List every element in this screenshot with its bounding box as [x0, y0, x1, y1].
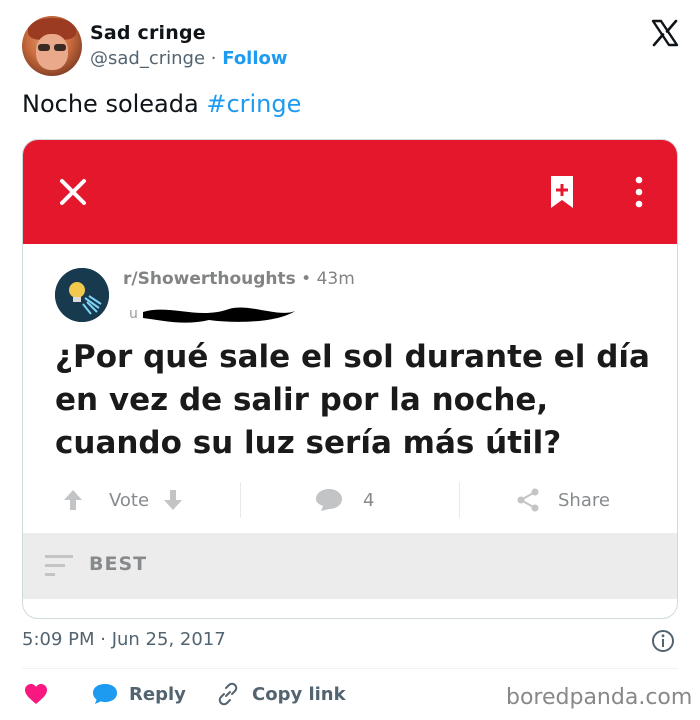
author-avatar[interactable]: [22, 16, 82, 76]
avatar-face: [36, 34, 68, 70]
more-icon: [635, 176, 643, 208]
share-label: Share: [558, 489, 610, 511]
close-icon: [60, 179, 86, 205]
sort-label: BEST: [89, 553, 148, 575]
post-actions: Vote 4 Share: [23, 476, 677, 524]
embedded-image[interactable]: r/Showerthoughts • 43m u ¿Por qué sale e…: [22, 139, 678, 619]
copy-link-label: Copy link: [252, 683, 346, 705]
reddit-toolbar: [23, 140, 677, 244]
author-handle[interactable]: @sad_cringe: [90, 48, 205, 69]
username-initial: u: [129, 306, 138, 322]
redacted-username: u: [129, 306, 295, 323]
hashtag-link[interactable]: #cringe: [206, 90, 301, 118]
post-age: • 43m: [301, 269, 355, 289]
reply-button[interactable]: Reply: [92, 680, 186, 708]
author-handle-row: @sad_cringe · Follow: [90, 48, 288, 69]
tweet-text-body: Noche soleada: [22, 90, 207, 118]
footer-divider: [22, 668, 678, 669]
heart-icon: [25, 684, 47, 704]
subreddit-name: r/Showerthoughts: [123, 269, 296, 289]
tweet-text: Noche soleada #cringe: [22, 90, 301, 118]
link-icon: [218, 682, 238, 706]
sort-bar: BEST: [23, 533, 677, 599]
action-divider: [459, 482, 460, 518]
reply-label: Reply: [129, 683, 186, 705]
post-title: ¿Por qué sale el sol durante el día en v…: [55, 339, 650, 461]
follow-button[interactable]: Follow: [222, 48, 287, 69]
vote-label: Vote: [109, 489, 150, 511]
bookmark-icon: [551, 176, 573, 208]
post-meta: r/Showerthoughts • 43m: [123, 269, 355, 289]
author-name[interactable]: Sad cringe: [90, 22, 206, 44]
share-group: Share: [516, 476, 610, 524]
x-logo[interactable]: [650, 18, 680, 48]
like-button[interactable]: [24, 680, 48, 708]
watermark: boredpanda.com: [506, 685, 693, 710]
comments-group: 4: [315, 476, 374, 524]
avatar-glasses-right: [54, 44, 66, 51]
share-icon: [517, 488, 539, 512]
comment-count: 4: [363, 489, 375, 511]
action-divider: [240, 482, 241, 518]
comment-icon: [316, 489, 342, 511]
avatar-glasses-left: [38, 44, 50, 51]
vote-group: Vote: [63, 476, 183, 524]
upvote-icon: [64, 490, 82, 510]
subreddit-icon: [55, 268, 109, 322]
info-icon[interactable]: [651, 629, 675, 653]
downvote-icon: [164, 490, 183, 510]
handle-separator: ·: [210, 48, 217, 69]
tweet-timestamp[interactable]: 5:09 PM · Jun 25, 2017: [22, 629, 226, 650]
sort-icon: [45, 555, 73, 576]
copy-link-button[interactable]: Copy link: [216, 680, 346, 708]
reply-icon: [93, 684, 117, 704]
